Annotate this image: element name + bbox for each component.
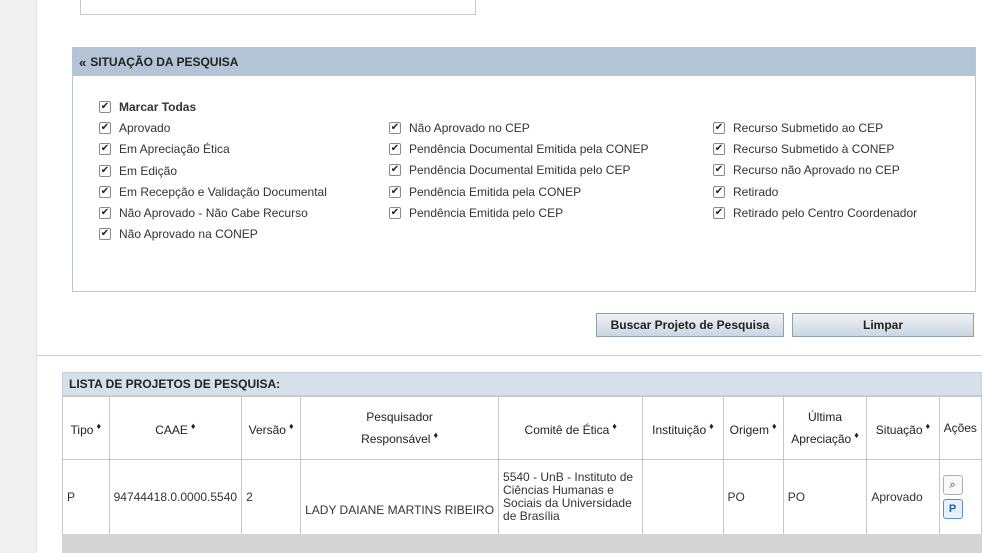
checkbox-icon[interactable]: ✔ (389, 142, 401, 155)
checkbox-icon[interactable]: ✔ (713, 121, 725, 134)
checkbox-icon[interactable]: ✔ (99, 100, 111, 113)
checkbox-label: Pendência Documental Emitida pela CONEP (409, 141, 649, 156)
column-header-pesquisador[interactable]: Pesquisador Responsável ♦ (300, 396, 500, 460)
cell-situacao: Aprovado (866, 459, 940, 535)
table-footer-bar (62, 534, 982, 553)
checkbox-icon[interactable]: ✔ (389, 185, 401, 198)
checkbox-label: Recurso Submetido ao CEP (733, 120, 884, 135)
checkbox-label: Não Aprovado no CEP (409, 120, 530, 135)
checkbox-icon[interactable]: ✔ (99, 185, 111, 198)
checkbox-label: Não Aprovado - Não Cabe Recurso (119, 206, 308, 221)
table-row: P 94744418.0.0000.5540 2 LADY DAIANE MAR… (62, 459, 982, 535)
status-column-1: ✔ Marcar Todas ✔ Aprovado ✔ Em Apreciação … (99, 96, 327, 245)
column-header-ultima-apreciacao[interactable]: Última Apreciação ♦ (782, 396, 868, 460)
search-project-button[interactable]: Buscar Projeto de Pesquisa (596, 313, 784, 337)
checkbox-status[interactable]: ✔ Retirado pelo Centro Coordenador (713, 202, 917, 223)
projects-table: Tipo ♦ CAAE ♦ Versão ♦ Pesquisador Responsáv… (62, 396, 982, 535)
checkbox-status[interactable]: ✔ Pendência Emitida pelo CEP (389, 202, 648, 223)
table-header-row: Tipo ♦ CAAE ♦ Versão ♦ Pesquisador Responsáv… (62, 396, 982, 460)
status-column-3: ✔ Recurso Submetido ao CEP ✔ Recurso Subme… (713, 117, 917, 223)
column-header-caae[interactable]: CAAE ♦ (108, 396, 243, 460)
checkbox-status[interactable]: ✔ Em Apreciação Ética (99, 139, 327, 160)
cell-caae: 94744418.0.0000.5540 (108, 459, 243, 535)
column-header-versao[interactable]: Versão ♦ (241, 396, 302, 460)
column-header-instituicao[interactable]: Instituição ♦ (642, 396, 724, 460)
column-header-tipo[interactable]: Tipo ♦ (62, 396, 110, 460)
checkbox-label: Pendência Documental Emitida pelo CEP (409, 163, 631, 178)
checkbox-label: Em Recepção e Validação Documental (119, 184, 327, 199)
checkbox-status[interactable]: ✔ Não Aprovado no CEP (389, 117, 648, 138)
sort-icon[interactable]: ♦ (191, 421, 196, 431)
top-text-field[interactable] (80, 0, 476, 15)
situacao-filter-panel: « SITUAÇÃO DA PESQUISA ✔ Marcar Todas ✔ A… (72, 47, 976, 292)
checkbox-status[interactable]: ✔ Pendência Documental Emitida pela CONEP (389, 138, 648, 159)
checkbox-label: Recurso não Aprovado no CEP (733, 163, 900, 178)
sort-icon[interactable]: ♦ (854, 430, 859, 440)
checkbox-icon[interactable]: ✔ (389, 164, 401, 177)
project-list-header: LISTA DE PROJETOS DE PESQUISA: (62, 372, 982, 396)
situacao-panel-header[interactable]: « SITUAÇÃO DA PESQUISA (73, 48, 975, 76)
sort-icon[interactable]: ♦ (772, 421, 777, 431)
sort-icon[interactable]: ♦ (926, 421, 931, 431)
checkbox-icon[interactable]: ✔ (99, 143, 111, 156)
checkbox-icon[interactable]: ✔ (713, 164, 725, 177)
cell-origem: PO (722, 459, 784, 535)
checkbox-icon[interactable]: ✔ (99, 121, 111, 134)
checkbox-status[interactable]: ✔ Recurso Submetido à CONEP (713, 138, 917, 159)
cell-tipo: P (62, 459, 110, 535)
checkbox-icon[interactable]: ✔ (99, 207, 111, 220)
cell-instituicao (642, 459, 724, 535)
column-header-origem[interactable]: Origem ♦ (722, 396, 784, 460)
checkbox-icon[interactable]: ✔ (713, 206, 725, 219)
sort-icon[interactable]: ♦ (433, 430, 438, 440)
sort-icon[interactable]: ♦ (289, 421, 294, 431)
sort-icon[interactable]: ♦ (612, 421, 617, 431)
checkbox-mark-all[interactable]: ✔ Marcar Todas (99, 96, 327, 117)
checkbox-label: Pendência Emitida pela CONEP (409, 184, 582, 199)
checkbox-label: Aprovado (119, 120, 171, 135)
checkbox-label: Marcar Todas (119, 99, 197, 114)
cell-pesquisador: LADY DAIANE MARTINS RIBEIRO (300, 459, 500, 535)
cell-acoes: ⌕ P (938, 459, 982, 535)
collapse-icon[interactable]: « (79, 55, 86, 70)
checkbox-icon[interactable]: ✔ (99, 228, 111, 241)
cell-comite: 5540 - UnB - Instituto de Ciências Human… (498, 459, 644, 535)
checkbox-status[interactable]: ✔ Em Edição (99, 160, 327, 181)
checkbox-label: Em Edição (119, 163, 178, 178)
checkbox-status[interactable]: ✔ Não Aprovado - Não Cabe Recurso (99, 202, 327, 223)
checkbox-label: Retirado (733, 184, 779, 199)
cell-ultima-apreciacao: PO (782, 459, 868, 535)
checkbox-icon[interactable]: ✔ (389, 121, 401, 134)
column-header-situacao[interactable]: Situação ♦ (866, 396, 940, 460)
sort-icon[interactable]: ♦ (709, 421, 714, 431)
checkbox-status[interactable]: ✔ Não Aprovado na CONEP (99, 224, 327, 245)
left-gutter (0, 0, 37, 553)
cell-versao: 2 (241, 459, 302, 535)
checkbox-label: Não Aprovado na CONEP (119, 227, 258, 242)
checkbox-status[interactable]: ✔ Recurso não Aprovado no CEP (713, 160, 917, 181)
section-divider (36, 355, 982, 356)
situacao-panel-title: SITUAÇÃO DA PESQUISA (90, 55, 239, 69)
checkbox-status[interactable]: ✔ Aprovado (99, 117, 327, 138)
checkbox-label: Em Apreciação Ética (119, 142, 230, 157)
checkbox-icon[interactable]: ✔ (389, 206, 401, 219)
checkbox-status[interactable]: ✔ Pendência Documental Emitida pelo CEP (389, 160, 648, 181)
column-header-acoes: Ações (938, 396, 982, 460)
checkbox-icon[interactable]: ✔ (99, 164, 111, 177)
checkbox-status[interactable]: ✔ Em Recepção e Validação Documental (99, 181, 327, 202)
checkbox-label: Recurso Submetido à CONEP (733, 141, 895, 156)
checkbox-status[interactable]: ✔ Retirado (713, 181, 917, 202)
checkbox-icon[interactable]: ✔ (713, 185, 725, 198)
magnifier-icon[interactable]: ⌕ (942, 475, 963, 495)
checkbox-status[interactable]: ✔ Pendência Emitida pela CONEP (389, 181, 648, 202)
checkbox-icon[interactable]: ✔ (713, 142, 725, 155)
clear-button[interactable]: Limpar (792, 313, 974, 337)
checkbox-status[interactable]: ✔ Recurso Submetido ao CEP (713, 117, 917, 138)
status-column-2: ✔ Não Aprovado no CEP ✔ Pendência Document… (389, 117, 648, 223)
column-header-comite[interactable]: Comitê de Ética ♦ (498, 396, 644, 460)
checkbox-label: Retirado pelo Centro Coordenador (733, 205, 918, 220)
document-arrow-icon[interactable]: P (942, 499, 963, 519)
checkbox-label: Pendência Emitida pelo CEP (409, 205, 564, 220)
sort-icon[interactable]: ♦ (96, 421, 101, 431)
